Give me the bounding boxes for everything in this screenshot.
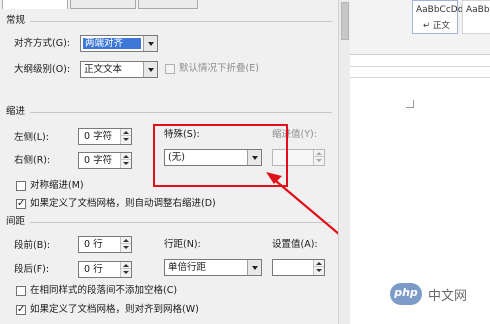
php-logo-text: php xyxy=(394,286,418,299)
horizontal-ruler xyxy=(350,66,490,78)
style-tile-normal[interactable]: AaBbCcDd ↵ 正文 xyxy=(412,0,463,34)
style-name: ↵ 正文 xyxy=(423,21,450,31)
style-sample: AaBbCcDd xyxy=(416,5,464,15)
scrollbar-thumb[interactable] xyxy=(341,2,349,40)
crop-mark-icon xyxy=(406,100,414,108)
arrow-head xyxy=(266,172,282,184)
style-tile-next[interactable]: AaBbCcDd xyxy=(462,0,490,34)
vertical-scrollbar[interactable] xyxy=(338,0,350,324)
php-logo: php xyxy=(390,283,422,305)
styles-gallery: AaBbCcDd ↵ 正文 AaBbCcDd xyxy=(350,0,490,55)
watermark-text: 中文网 xyxy=(428,289,468,304)
style-sample-next: AaBbCcDd xyxy=(466,5,490,15)
